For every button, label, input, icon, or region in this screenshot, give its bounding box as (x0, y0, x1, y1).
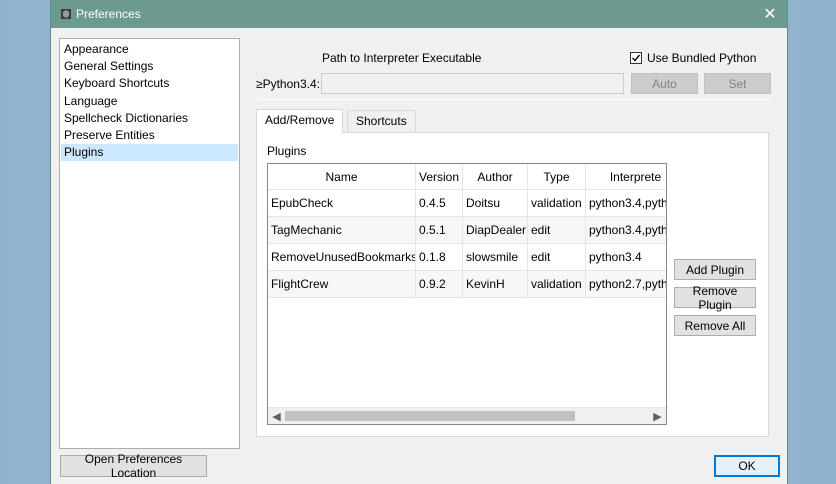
column-header-name[interactable]: Name (268, 164, 416, 189)
category-item-language[interactable]: Language (61, 93, 238, 110)
category-item-preserve-entities[interactable]: Preserve Entities (61, 127, 238, 144)
use-bundled-python-checkbox[interactable] (630, 52, 642, 64)
table-row[interactable]: RemoveUnusedBookmarks 0.1.8 slowsmile edit p… (268, 244, 666, 271)
table-cell: 0.1.8 (416, 244, 463, 270)
table-cell: DiapDealer (463, 217, 528, 243)
interpreter-path-label: Path to Interpreter Executable (322, 51, 482, 65)
table-cell: python3.4,pyth (586, 190, 666, 216)
scrollbar-thumb[interactable] (285, 411, 575, 421)
plugins-section-label: Plugins (267, 144, 307, 158)
table-cell: 0.4.5 (416, 190, 463, 216)
preferences-category-list[interactable]: Appearance General Settings Keyboard Short… (59, 38, 240, 449)
preferences-dialog: Preferences ✕ Appearance General Settings… (50, 0, 788, 484)
category-item-general-settings[interactable]: General Settings (61, 58, 238, 75)
add-plugin-button[interactable]: Add Plugin (674, 259, 756, 280)
tab-shortcuts[interactable]: Shortcuts (347, 110, 416, 133)
ok-button[interactable]: OK (714, 455, 780, 477)
column-header-interprete[interactable]: Interprete (586, 164, 666, 189)
table-cell: EpubCheck (268, 190, 416, 216)
table-cell: 0.9.2 (416, 271, 463, 297)
column-header-type[interactable]: Type (528, 164, 586, 189)
scroll-right-icon[interactable]: ▶ (649, 408, 666, 424)
title-bar[interactable]: Preferences ✕ (51, 0, 787, 28)
plugins-table-header: Name Version Author Type Interprete (268, 164, 666, 190)
table-cell: 0.5.1 (416, 217, 463, 243)
column-header-version[interactable]: Version (416, 164, 463, 189)
table-cell: RemoveUnusedBookmarks (268, 244, 416, 270)
set-button[interactable]: Set (704, 73, 771, 94)
open-preferences-location-button[interactable]: Open Preferences Location (60, 452, 207, 480)
table-cell: slowsmile (463, 244, 528, 270)
table-cell: validation (528, 190, 586, 216)
category-item-appearance[interactable]: Appearance (61, 41, 238, 58)
sigil-app-icon (60, 8, 72, 20)
table-cell: python3.4,pyth (586, 217, 666, 243)
remove-plugin-button[interactable]: Remove Plugin (674, 284, 756, 312)
category-item-plugins[interactable]: Plugins (61, 144, 238, 162)
close-icon[interactable]: ✕ (753, 0, 787, 28)
use-bundled-python-label[interactable]: Use Bundled Python (647, 51, 756, 65)
table-cell: validation (528, 271, 586, 297)
scroll-left-icon[interactable]: ◀ (268, 408, 285, 424)
plugins-table[interactable]: Name Version Author Type Interprete EpubChec… (267, 163, 667, 425)
window-title: Preferences (76, 7, 141, 21)
auto-button[interactable]: Auto (631, 73, 698, 94)
table-cell: edit (528, 244, 586, 270)
table-cell: python2.7,pyth (586, 271, 666, 297)
table-cell: Doitsu (463, 190, 528, 216)
table-cell: KevinH (463, 271, 528, 297)
category-item-keyboard-shortcuts[interactable]: Keyboard Shortcuts (61, 75, 238, 92)
separator (257, 99, 771, 100)
tab-add-remove[interactable]: Add/Remove (256, 109, 344, 134)
category-item-spellcheck-dictionaries[interactable]: Spellcheck Dictionaries (61, 110, 238, 127)
python-version-label: ≥Python3.4: (256, 77, 320, 91)
table-row[interactable]: TagMechanic 0.5.1 DiapDealer edit python3.4,… (268, 217, 666, 244)
table-row[interactable]: EpubCheck 0.4.5 Doitsu validation python3.4,… (268, 190, 666, 217)
table-cell: python3.4 (586, 244, 666, 270)
table-cell: edit (528, 217, 586, 243)
table-cell: FlightCrew (268, 271, 416, 297)
remove-all-button[interactable]: Remove All (674, 315, 756, 336)
checkmark-icon (632, 54, 641, 62)
horizontal-scrollbar[interactable]: ◀ ▶ (268, 407, 666, 424)
table-cell: TagMechanic (268, 217, 416, 243)
table-row[interactable]: FlightCrew 0.9.2 KevinH validation python2.7… (268, 271, 666, 298)
column-header-author[interactable]: Author (463, 164, 528, 189)
interpreter-path-input[interactable] (321, 73, 624, 94)
